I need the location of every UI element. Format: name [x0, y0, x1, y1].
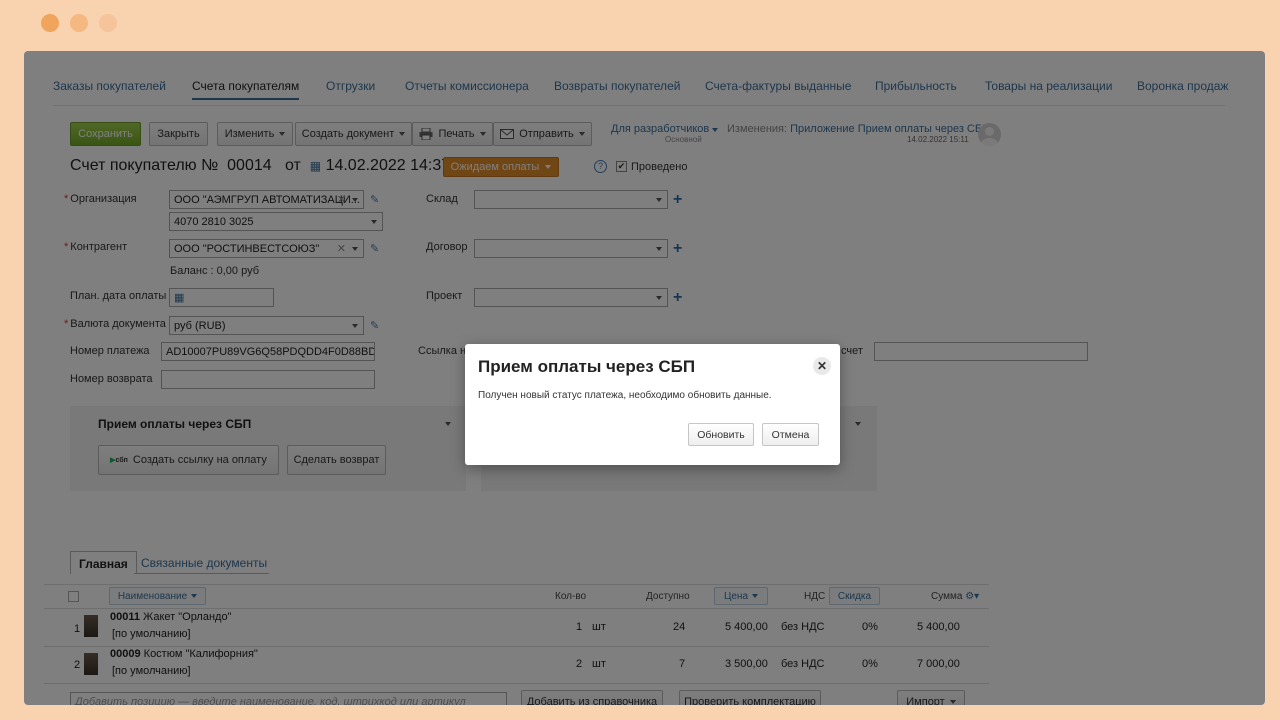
refresh-button[interactable]: Обновить [688, 423, 754, 446]
minimize-dot[interactable] [70, 14, 88, 32]
close-icon[interactable]: ✕ [813, 357, 831, 375]
close-dot[interactable] [41, 14, 59, 32]
window-controls [41, 14, 117, 32]
app-window: Заказы покупателей Счета покупателям Отг… [24, 51, 1265, 705]
modal-message: Получен новый статус платежа, необходимо… [478, 390, 772, 401]
cancel-button[interactable]: Отмена [762, 423, 819, 446]
modal-title: Прием оплаты через СБП [478, 357, 696, 376]
maximize-dot[interactable] [99, 14, 117, 32]
sbp-modal-dialog: Прием оплаты через СБП ✕ Получен новый с… [465, 344, 840, 465]
